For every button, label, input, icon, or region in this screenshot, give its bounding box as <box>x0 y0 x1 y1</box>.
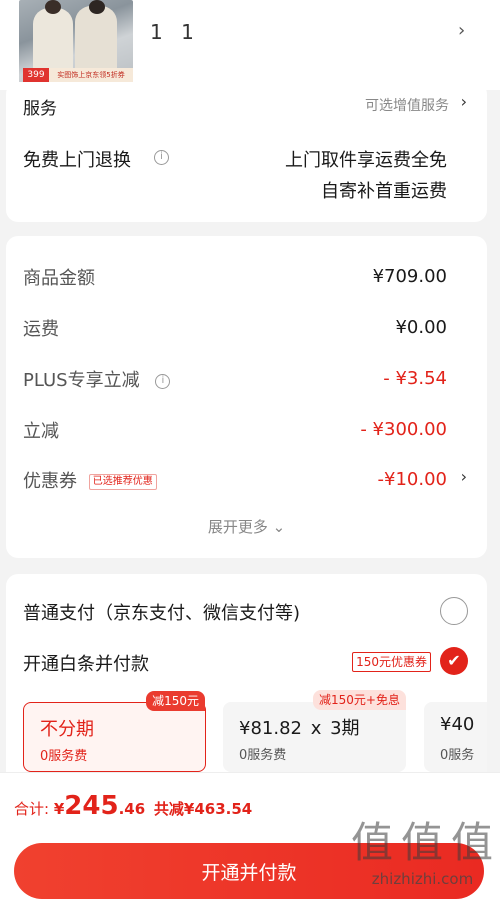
total-decimal: .46 <box>118 800 146 818</box>
plan-discount-badge: 减150元 <box>146 691 205 711</box>
thumb-head-left <box>45 0 61 14</box>
thumb-head-right <box>89 0 105 14</box>
quantity-text: 1 1 <box>150 20 200 44</box>
price-breakdown-card: 商品金额 ¥709.00 运费 ¥0.00 PLUS专享立减 i - ¥3.54… <box>6 236 487 558</box>
plan-periods: 3期 <box>330 718 360 739</box>
info-icon[interactable]: i <box>155 373 171 389</box>
plan-multiplier: x <box>310 718 322 739</box>
checkmark-icon: ✔ <box>447 651 461 670</box>
shipping-value: ¥0.00 <box>395 317 447 338</box>
total-currency: ¥ <box>53 800 65 818</box>
chevron-right-icon[interactable]: › <box>461 467 467 486</box>
payment-card: 普通支付（京东支付、微信支付等) 开通白条并付款 150元优惠券 ✔ 减150元… <box>6 574 487 794</box>
plan-amount: ¥81.82 <box>239 718 302 739</box>
goods-amount-label: 商品金额 <box>23 268 95 289</box>
coupon-value[interactable]: -¥10.00 <box>378 469 447 490</box>
thumb-model-right <box>75 6 117 74</box>
info-icon[interactable]: i <box>154 150 169 165</box>
checkout-bar: 合计: ¥245.46 共减¥463.54 开通并付款 <box>0 772 500 903</box>
total-integer: 245 <box>64 791 119 821</box>
total-summary: 合计: ¥245.46 共减¥463.54 <box>14 791 252 821</box>
coupon-text: 优惠券 <box>23 471 77 492</box>
chevron-right-icon[interactable]: › <box>461 92 467 111</box>
plan-option-3-periods[interactable]: 减150元+免息 ¥81.82 x 3期 0服务费 <box>223 690 406 772</box>
thumb-model-left <box>33 8 73 74</box>
product-strip[interactable]: 399 实图饰上京东领5折券 1 1 › <box>0 0 500 90</box>
baitiao-payment-label[interactable]: 开通白条并付款 <box>23 650 149 676</box>
normal-payment-label[interactable]: 普通支付（京东支付、微信支付等) <box>23 599 300 625</box>
expand-more-link[interactable]: 展开更多 ⌄ <box>6 516 487 537</box>
plan-fee: 0服务费 <box>40 749 88 764</box>
product-thumbnail[interactable]: 399 实图饰上京东领5折券 <box>19 0 133 84</box>
free-return-desc-line1: 上门取件享运费全免 <box>285 150 447 171</box>
thumb-promo-tag: 实图饰上京东领5折券 <box>49 68 133 82</box>
plan-fee: 0服务 <box>440 748 475 763</box>
instant-discount-label: 立减 <box>23 421 59 442</box>
free-return-desc-line2: 自寄补首重运费 <box>321 181 447 202</box>
plan-option-no-installment[interactable]: 减150元 不分期 0服务费 <box>23 691 206 772</box>
total-saved: 共减¥463.54 <box>153 800 253 818</box>
goods-amount-value: ¥709.00 <box>372 266 447 287</box>
normal-payment-radio[interactable] <box>440 597 468 625</box>
service-card: 服务 可选增值服务 › 免费上门退换 i 上门取件享运费全免 自寄补首重运费 <box>6 82 487 222</box>
plus-discount-text: PLUS专享立减 <box>23 370 140 391</box>
coupon-label[interactable]: 优惠券 已选推荐优惠 <box>23 467 157 493</box>
plan-title: ¥81.82 x 3期 <box>239 714 360 740</box>
plan-option-partial[interactable]: ¥40 0服务 <box>424 702 487 772</box>
total-label: 合计: <box>14 800 50 818</box>
shipping-label: 运费 <box>23 319 59 340</box>
chevron-down-icon: ⌄ <box>272 518 286 536</box>
plan-title: ¥40 <box>440 714 475 735</box>
baitiao-coupon-badge: 150元优惠券 <box>352 652 431 672</box>
free-return-label: 免费上门退换 <box>23 150 131 171</box>
service-section-label: 服务 <box>23 99 57 119</box>
baitiao-payment-radio-checked[interactable]: ✔ <box>440 647 468 675</box>
open-and-pay-button[interactable]: 开通并付款 <box>14 843 484 899</box>
plan-title: 不分期 <box>40 719 94 740</box>
coupon-recommended-tag: 已选推荐优惠 <box>88 474 157 490</box>
instant-discount-value: - ¥300.00 <box>360 419 447 440</box>
chevron-right-icon[interactable]: › <box>458 20 465 41</box>
plus-discount-value: - ¥3.54 <box>383 368 447 389</box>
expand-more-text: 展开更多 <box>207 518 268 536</box>
plan-discount-badge: 减150元+免息 <box>313 690 406 710</box>
thumb-price-tag: 399 <box>23 68 49 82</box>
plus-discount-label: PLUS专享立减 i <box>23 366 171 392</box>
service-section-value[interactable]: 可选增值服务 <box>365 95 449 115</box>
plan-fee: 0服务费 <box>239 748 287 763</box>
